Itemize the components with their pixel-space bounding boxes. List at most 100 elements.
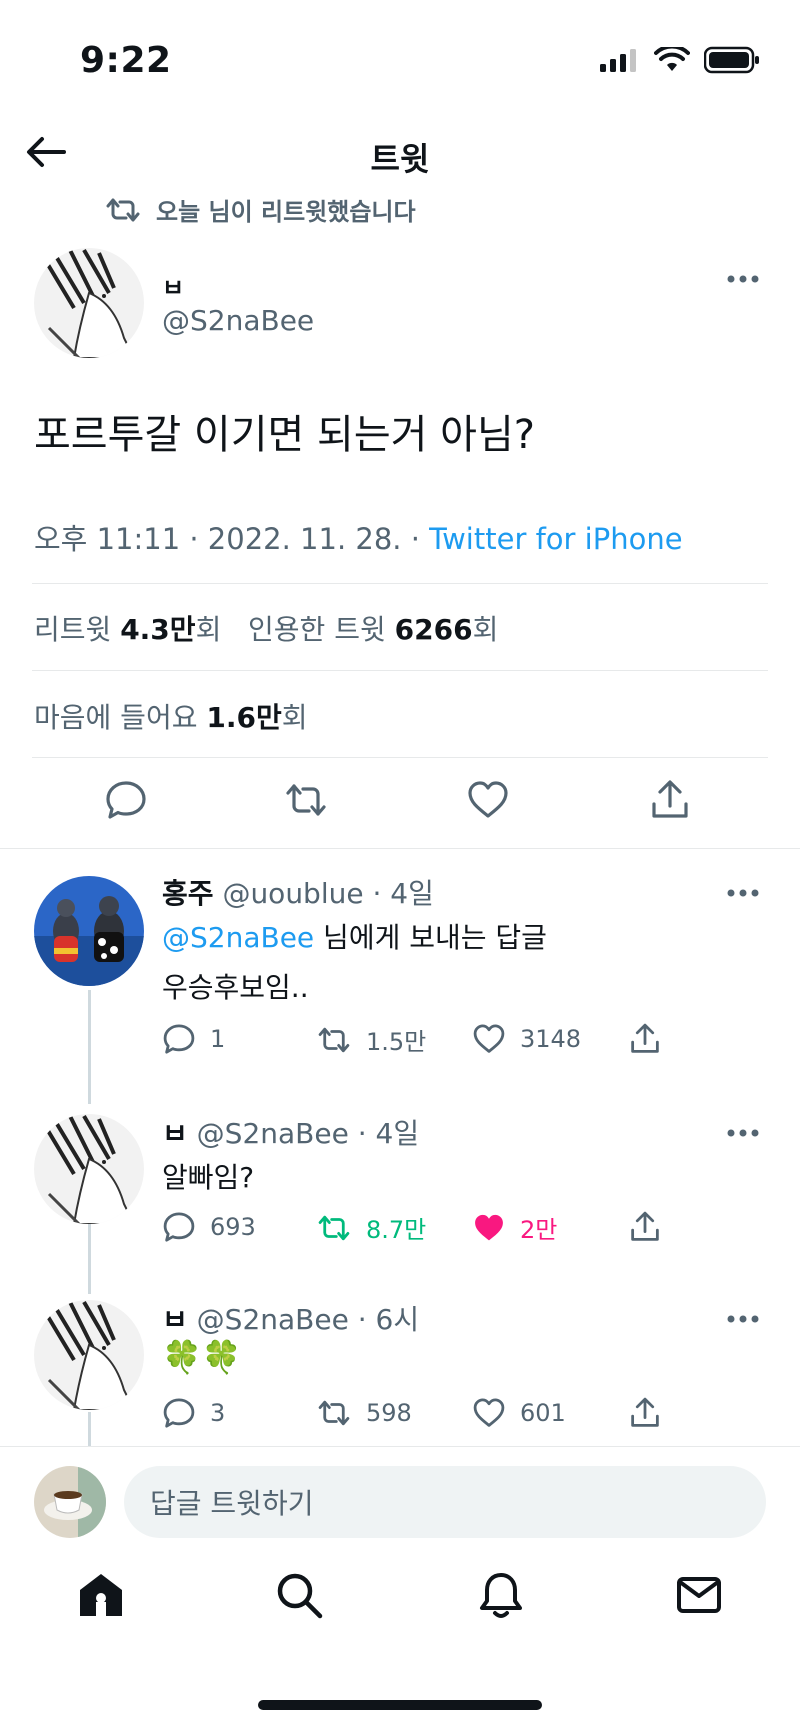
likes-label: 마음에 들어요 <box>34 701 207 734</box>
divider <box>32 757 768 758</box>
status-icons <box>600 46 760 74</box>
quotes-suffix: 회 <box>472 613 499 646</box>
reply-author-name[interactable]: ㅂ <box>162 1303 188 1336</box>
retweets-label: 리트윗 <box>34 613 121 646</box>
like-count: 601 <box>520 1399 566 1427</box>
retweet-button[interactable]: 598 <box>316 1396 412 1430</box>
reply-count: 693 <box>210 1213 256 1241</box>
divider <box>32 583 768 584</box>
avatar[interactable] <box>34 1114 144 1224</box>
reply-time: · 6시 <box>357 1303 420 1336</box>
reply-header: ㅂ @S2naBee · 4일 <box>162 1112 419 1152</box>
avatar[interactable] <box>34 876 144 986</box>
reply-text: 🍀🍀 <box>162 1338 242 1376</box>
reply-author-name[interactable]: ㅂ <box>162 1117 188 1150</box>
thread-line <box>88 990 91 1104</box>
retweet-icon <box>318 1400 350 1426</box>
like-count: 2만 <box>520 1216 558 1244</box>
share-icon <box>631 1397 659 1427</box>
mention-link[interactable]: @S2naBee <box>162 921 314 954</box>
reply-icon <box>163 1398 195 1428</box>
reply-action-bar: 3 598 601 <box>162 1396 722 1436</box>
likes-count: 1.6만 <box>206 701 282 734</box>
more-icon[interactable] <box>726 1128 760 1138</box>
share-button[interactable] <box>628 1022 662 1056</box>
mail-icon[interactable] <box>674 1570 724 1620</box>
retweet-button[interactable]: 8.7만 <box>316 1210 426 1245</box>
reply-text: 알빠임? <box>162 1161 255 1194</box>
retweet-count: 8.7만 <box>366 1216 427 1244</box>
reply-author-handle[interactable]: @uoublue <box>222 877 363 910</box>
more-icon[interactable] <box>726 888 760 898</box>
avatar[interactable] <box>34 1300 144 1410</box>
page-title: 트윗 <box>370 140 430 178</box>
status-bar: 9:22 <box>0 0 800 120</box>
reply-button[interactable]: 3 <box>162 1396 225 1430</box>
bell-icon[interactable] <box>476 1570 526 1620</box>
nav-bar: 트윗 <box>0 120 800 184</box>
reply-author-name[interactable]: 홍주 <box>162 877 214 910</box>
reply-action-bar: 1 1.5만 3148 <box>162 1022 722 1062</box>
tweet-timestamp: 오후 11:11 · 2022. 11. 28. · <box>34 522 430 556</box>
reply-action-bar: 693 8.7만 2만 <box>162 1210 722 1250</box>
retweets-count: 4.3만 <box>120 613 196 646</box>
reply-icon[interactable] <box>104 778 148 822</box>
reply-button[interactable]: 1 <box>162 1022 225 1056</box>
reply-composer-input[interactable]: 답글 트윗하기 <box>124 1466 766 1538</box>
more-icon[interactable] <box>726 1314 760 1324</box>
signal-icon <box>600 49 636 72</box>
composer-placeholder: 답글 트윗하기 <box>150 1487 314 1520</box>
like-count: 3148 <box>520 1025 582 1053</box>
divider <box>0 848 800 849</box>
like-button[interactable]: 3148 <box>472 1022 581 1056</box>
like-icon-filled <box>475 1214 503 1240</box>
author-name[interactable]: ㅂ <box>162 268 184 303</box>
reply-icon <box>163 1024 195 1054</box>
share-button[interactable] <box>628 1210 662 1244</box>
divider <box>0 1446 800 1447</box>
quotes-count: 6266 <box>394 613 473 646</box>
tweet-meta: 오후 11:11 · 2022. 11. 28. · Twitter for i… <box>34 516 683 558</box>
like-icon <box>473 1398 505 1427</box>
reply-author-handle[interactable]: @S2naBee <box>197 1117 349 1150</box>
divider <box>32 670 768 671</box>
status-time: 9:22 <box>80 40 172 81</box>
reply-count: 1 <box>210 1025 226 1053</box>
reply-header: ㅂ @S2naBee · 6시 <box>162 1298 419 1338</box>
avatar[interactable] <box>34 248 144 358</box>
share-icon[interactable] <box>648 778 692 822</box>
thread-line <box>88 1412 91 1446</box>
retweet-icon <box>106 198 140 221</box>
like-button[interactable]: 2만 <box>472 1210 557 1245</box>
likes-suffix: 회 <box>281 701 308 734</box>
reply-button[interactable]: 693 <box>162 1210 256 1244</box>
retweets-suffix: 회 <box>195 613 222 646</box>
search-icon[interactable] <box>274 1570 324 1620</box>
likes-stats[interactable]: 마음에 들어요 1.6만회 <box>34 696 308 736</box>
avatar[interactable] <box>34 1466 106 1538</box>
retweet-button[interactable]: 1.5만 <box>316 1022 426 1057</box>
reply-to-line: @S2naBee 님에게 보내는 답글 <box>162 916 547 956</box>
reply-time: · 4일 <box>357 1117 420 1150</box>
retweet-count: 598 <box>366 1399 412 1427</box>
thread-line <box>88 1224 91 1294</box>
like-button[interactable]: 601 <box>472 1396 566 1430</box>
like-icon <box>473 1024 505 1053</box>
tweet-action-bar <box>0 778 800 834</box>
retweet-context-text: 오늘 님이 리트윗했습니다 <box>156 198 416 226</box>
tweet-source-link[interactable]: Twitter for iPhone <box>429 522 682 556</box>
like-icon[interactable] <box>466 778 510 822</box>
retweet-context[interactable]: 오늘 님이 리트윗했습니다 <box>104 192 416 227</box>
reply-to-suffix: 님에게 보내는 답글 <box>314 921 547 954</box>
home-icon[interactable] <box>76 1570 126 1620</box>
quotes-label: 인용한 트윗 <box>248 613 395 646</box>
author-handle[interactable]: @S2naBee <box>162 304 314 337</box>
share-button[interactable] <box>628 1396 662 1430</box>
more-icon[interactable] <box>726 274 760 284</box>
share-icon <box>631 1211 659 1241</box>
retweet-icon[interactable] <box>284 778 328 822</box>
retweet-count: 1.5만 <box>366 1028 427 1056</box>
tweet-text: 포르투갈 이기면 되는거 아님? <box>34 412 535 458</box>
retweet-quote-stats[interactable]: 리트윗 4.3만회 인용한 트윗 6266회 <box>34 608 498 648</box>
reply-author-handle[interactable]: @S2naBee <box>197 1303 349 1336</box>
